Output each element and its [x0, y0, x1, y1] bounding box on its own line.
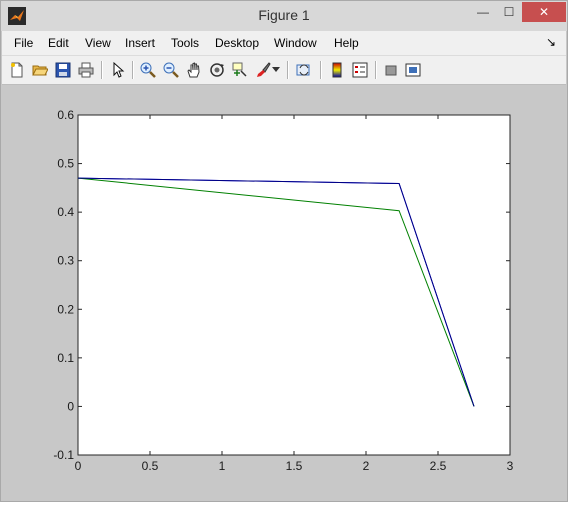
data-cursor-icon[interactable]: [230, 60, 250, 80]
menu-view[interactable]: View: [85, 36, 111, 50]
menu-file[interactable]: File: [14, 36, 33, 50]
y-tick-label: -0.1: [53, 448, 74, 462]
link-plot-icon[interactable]: [294, 60, 314, 80]
menu-insert[interactable]: Insert: [125, 36, 155, 50]
maximize-button[interactable]: ☐: [496, 2, 522, 22]
zoom-in-icon[interactable]: [138, 60, 158, 80]
figure-canvas: 0 0.5 1 1.5 2 2.5 3 -0.1 0 0.1 0.2 0.3 0.4 0.5 0.6: [1, 85, 567, 501]
x-tick-label: 0.5: [142, 459, 159, 473]
menu-bar: File Edit View Insert Tools Desktop Wind…: [2, 31, 566, 56]
x-tick-label: 2.5: [430, 459, 447, 473]
toolbar-separator: [320, 61, 322, 79]
menu-help[interactable]: Help: [334, 36, 359, 50]
show-plot-tools-icon[interactable]: [403, 60, 423, 80]
toolbar-separator: [375, 61, 377, 79]
save-icon[interactable]: [53, 60, 73, 80]
title-bar[interactable]: Figure 1 — ☐ ✕: [1, 1, 567, 31]
menu-tools[interactable]: Tools: [171, 36, 199, 50]
toolbar-separator: [101, 61, 103, 79]
y-tick-label: 0: [67, 399, 74, 413]
open-file-icon[interactable]: [30, 60, 50, 80]
menu-edit[interactable]: Edit: [48, 36, 69, 50]
y-tick-label: 0.1: [57, 351, 74, 365]
x-tick-label: 0: [75, 459, 82, 473]
x-tick-label: 2: [363, 459, 370, 473]
figure-window: Figure 1 — ☐ ✕ File Edit View Insert Too…: [0, 0, 568, 502]
x-tick-label: 1.5: [286, 459, 303, 473]
insert-legend-icon[interactable]: [350, 60, 370, 80]
x-tick-label: 3: [507, 459, 514, 473]
maximize-icon: ☐: [503, 5, 515, 19]
close-icon: ✕: [538, 5, 550, 19]
axes-background: [77, 114, 511, 456]
toolbar-separator: [132, 61, 134, 79]
pan-hand-icon[interactable]: [184, 60, 204, 80]
rotate-3d-icon[interactable]: [207, 60, 227, 80]
new-figure-icon[interactable]: [7, 60, 27, 80]
y-tick-label: 0.3: [57, 254, 74, 268]
y-tick-label: 0.5: [57, 157, 74, 171]
print-icon[interactable]: [76, 60, 96, 80]
edit-plot-arrow-icon[interactable]: [108, 60, 128, 80]
y-tick-label: 0.4: [57, 205, 74, 219]
hide-plot-tools-icon[interactable]: [381, 60, 401, 80]
toolbar-separator: [287, 61, 289, 79]
minimize-icon: —: [477, 5, 489, 19]
menu-desktop[interactable]: Desktop: [215, 36, 259, 50]
menu-window[interactable]: Window: [274, 36, 317, 50]
insert-colorbar-icon[interactable]: [327, 60, 347, 80]
x-tick-label: 1: [219, 459, 226, 473]
zoom-out-icon[interactable]: [161, 60, 181, 80]
y-tick-label: 0.6: [57, 108, 74, 122]
figure-toolbar: [2, 56, 566, 85]
close-button[interactable]: ✕: [522, 2, 566, 22]
y-tick-label: 0.2: [57, 302, 74, 316]
dock-arrow-icon[interactable]: ↘: [546, 35, 556, 49]
line-chart: 0 0.5 1 1.5 2 2.5 3 -0.100.10.20.30.40.50.6: [53, 108, 514, 473]
brush-dropdown-icon[interactable]: [270, 60, 282, 80]
minimize-button[interactable]: —: [470, 2, 496, 22]
